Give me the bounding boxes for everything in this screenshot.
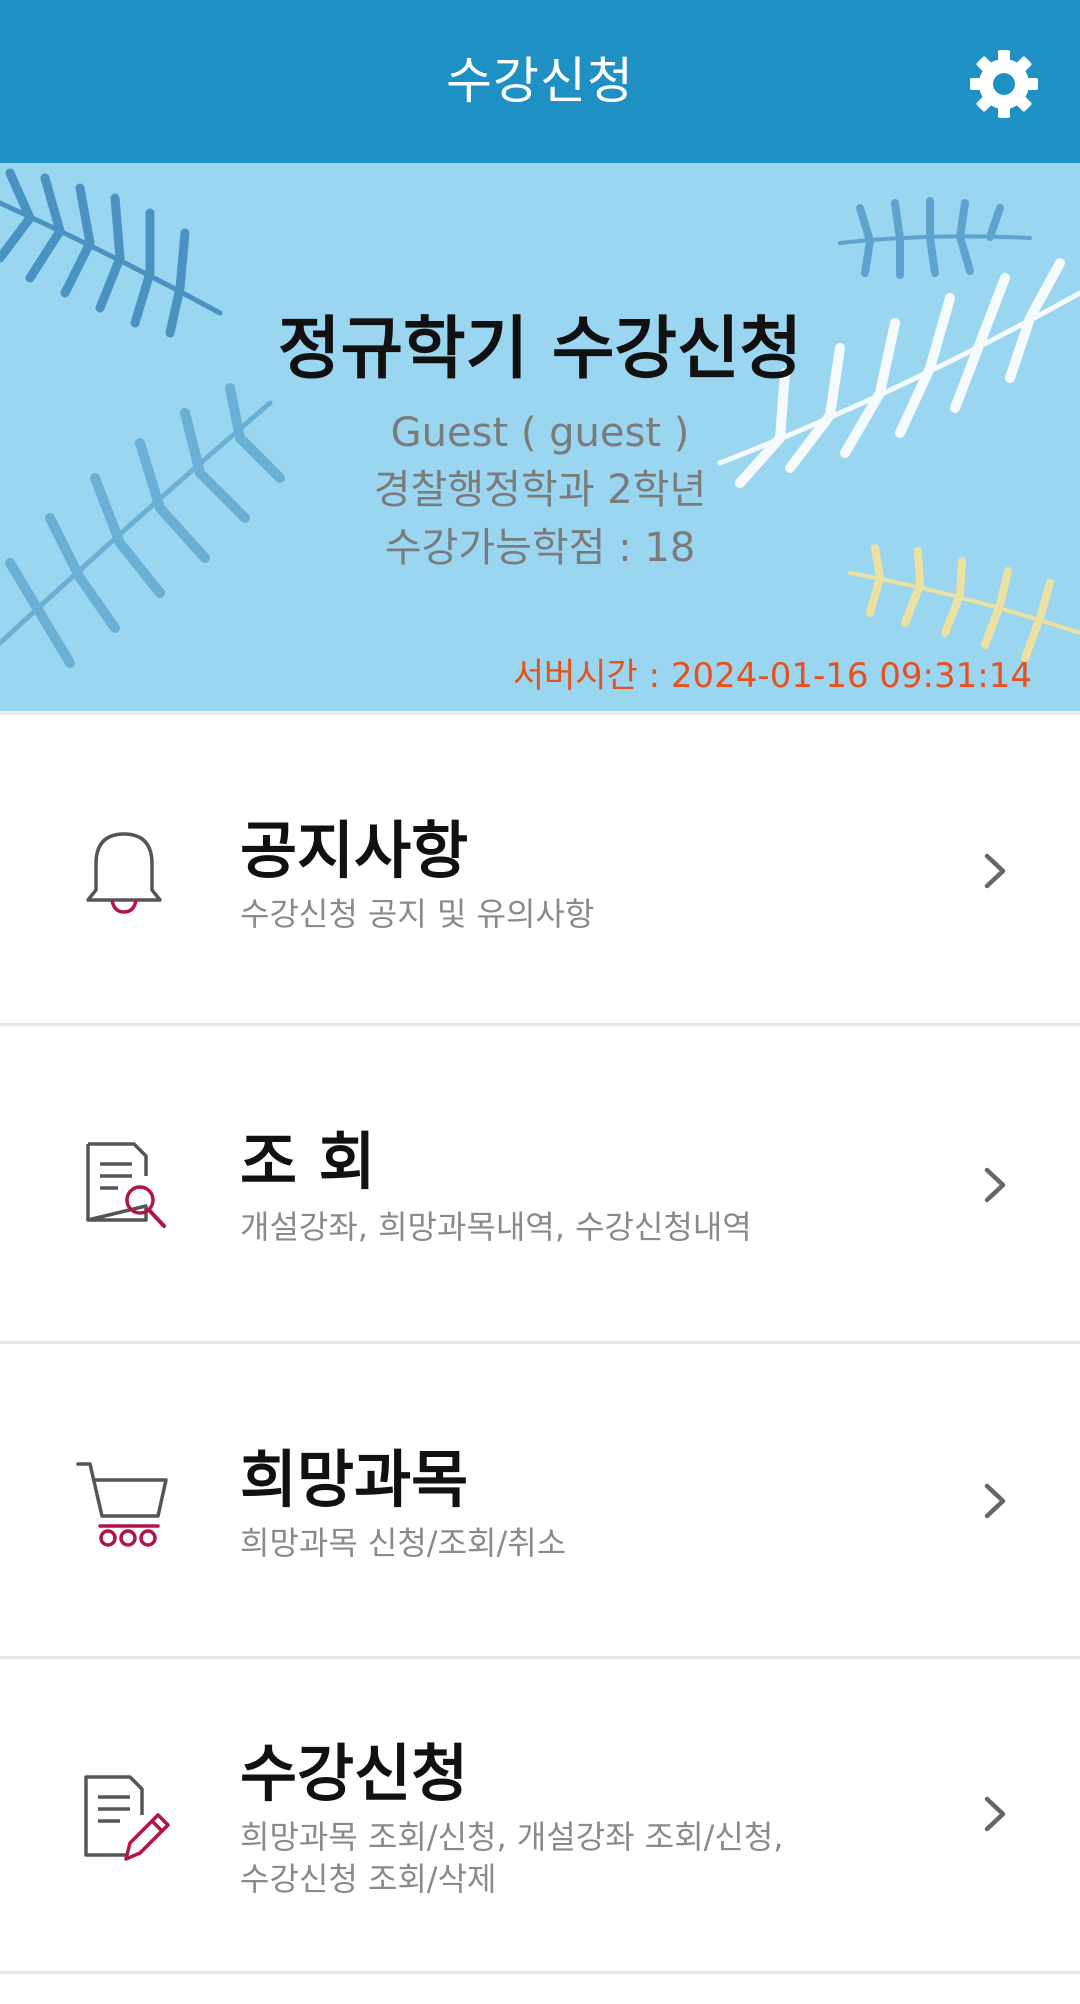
menu-title: 공지사항: [240, 814, 469, 887]
app-root: 수강신청 정규학기 수강신청 Guest (guest) 경찰행정학과 2학…: [0, 0, 1080, 2004]
registration-heading: 정규학기 수강신청: [277, 310, 803, 389]
department-grade: 경찰행정학과 2학년: [373, 467, 707, 513]
chevron-right-icon: [984, 853, 1006, 889]
menu-title: 희망과목: [240, 1443, 469, 1516]
menu-title: 조 회: [240, 1125, 376, 1198]
document-search-icon: [86, 1142, 166, 1228]
menu-description: 수강신청 공지 및 유의사항: [240, 895, 595, 933]
menu-item-lookup[interactable]: 조 회 개설강좌, 희망과목내역, 수강신청내역: [0, 1026, 1080, 1341]
menu-description-line2: 수강신청 조회/삭제: [240, 1860, 497, 1898]
user-name: Guest ( guest ): [390, 410, 690, 456]
settings-button[interactable]: [966, 46, 1042, 122]
registration-banner: 정규학기 수강신청 Guest ( guest ) 경찰행정학과 2학년 수강가…: [0, 163, 1080, 711]
divider: [0, 1971, 1080, 1974]
menu-item-wishlist[interactable]: 희망과목 희망과목 신청/조회/취소: [0, 1344, 1080, 1656]
chevron-right-icon: [984, 1167, 1006, 1203]
bell-icon: [86, 832, 162, 914]
server-time: 서버시간 : 2024-01-16 09:31:14: [512, 656, 1032, 696]
menu-title: 수강신청: [240, 1737, 469, 1810]
menu-item-registration[interactable]: 수강신청 희망과목 조회/신청, 개설강좌 조회/신청, 수강신청 조회/삭제: [0, 1659, 1080, 1971]
document-edit-icon: [84, 1775, 170, 1861]
cart-icon: [76, 1462, 168, 1547]
chevron-right-icon: [984, 1796, 1006, 1832]
app-title: 수강신청: [446, 52, 634, 110]
menu-description: 희망과목 신청/조회/취소: [240, 1524, 567, 1562]
chevron-right-icon: [984, 1483, 1006, 1519]
menu-item-notices[interactable]: 공지사항 수강신청 공지 및 유의사항: [0, 715, 1080, 1023]
menu-description: 희망과목 조회/신청, 개설강좌 조회/신청,: [240, 1818, 784, 1856]
menu-description: 개설강좌, 희망과목내역, 수강신청내역: [240, 1208, 752, 1246]
available-credits: 수강가능학점 : 18: [384, 525, 696, 571]
top-app-bar: 수강신청: [0, 0, 1080, 163]
gear-icon: [970, 50, 1038, 118]
